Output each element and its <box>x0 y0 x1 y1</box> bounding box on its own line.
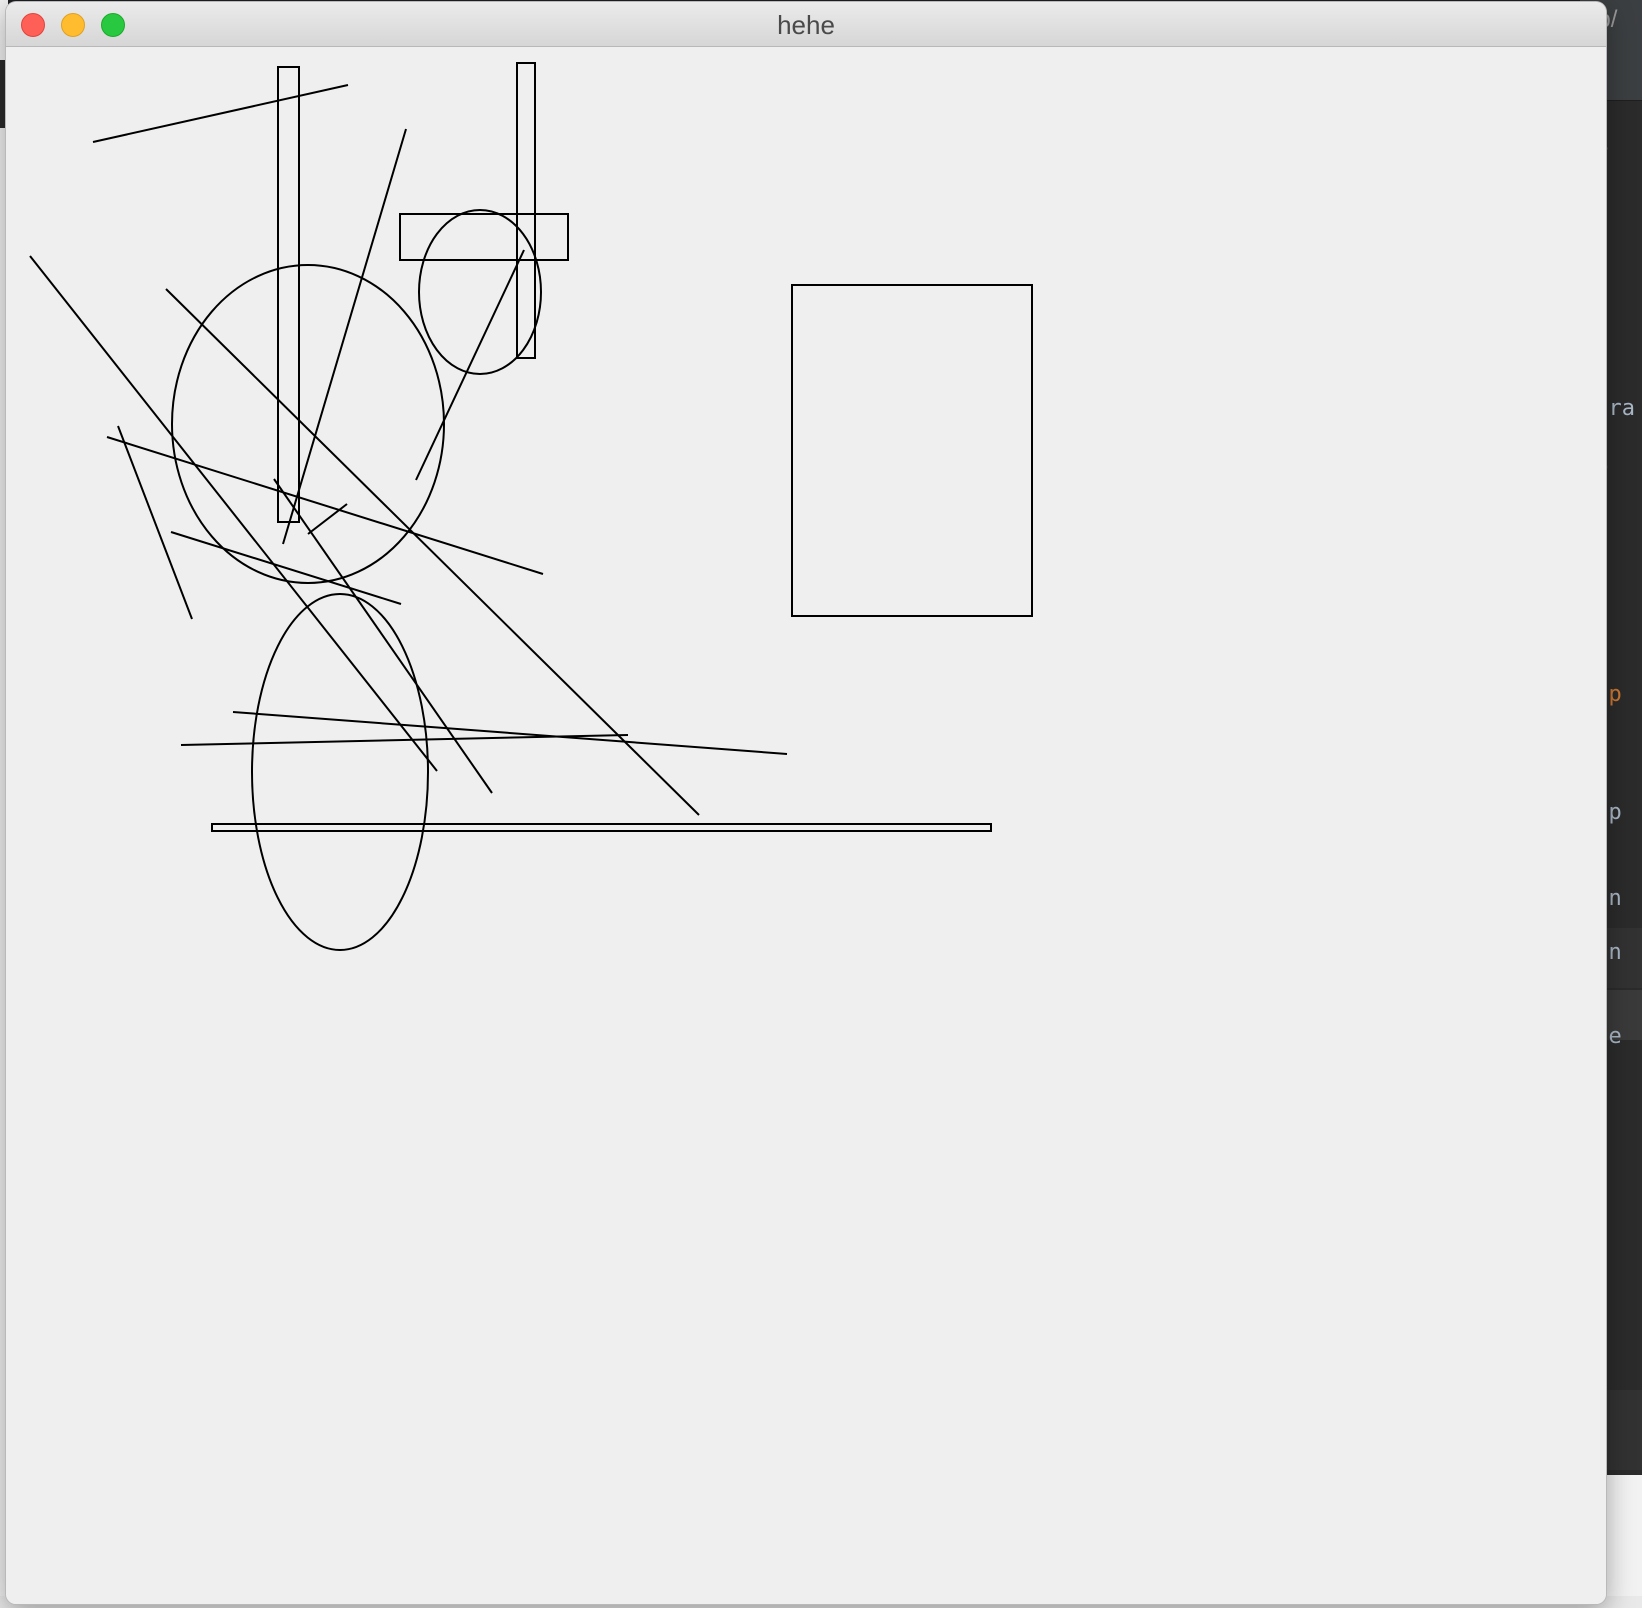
drawing-surface[interactable] <box>6 47 1606 1604</box>
drawn-line <box>29 255 438 772</box>
drawing-canvas[interactable] <box>6 47 1606 1604</box>
minimize-button[interactable] <box>61 13 85 37</box>
close-button[interactable] <box>21 13 45 37</box>
window-title: hehe <box>777 10 835 40</box>
drawn-line <box>232 711 788 755</box>
drawn-rectangle <box>516 62 536 359</box>
drawn-line <box>273 478 493 794</box>
drawn-ellipse <box>171 264 445 584</box>
drawn-rectangle <box>211 823 992 832</box>
zoom-button[interactable] <box>101 13 125 37</box>
drawn-line <box>117 425 193 620</box>
drawn-line <box>282 128 407 545</box>
title-bar[interactable]: hehe <box>6 2 1606 47</box>
drawn-line <box>180 734 629 746</box>
drawn-line <box>92 84 349 143</box>
drawn-line <box>307 503 348 535</box>
drawn-rectangle <box>791 284 1033 617</box>
drawn-ellipse <box>418 209 542 375</box>
drawn-rectangle <box>277 66 300 523</box>
app-window: hehe <box>6 2 1606 1604</box>
